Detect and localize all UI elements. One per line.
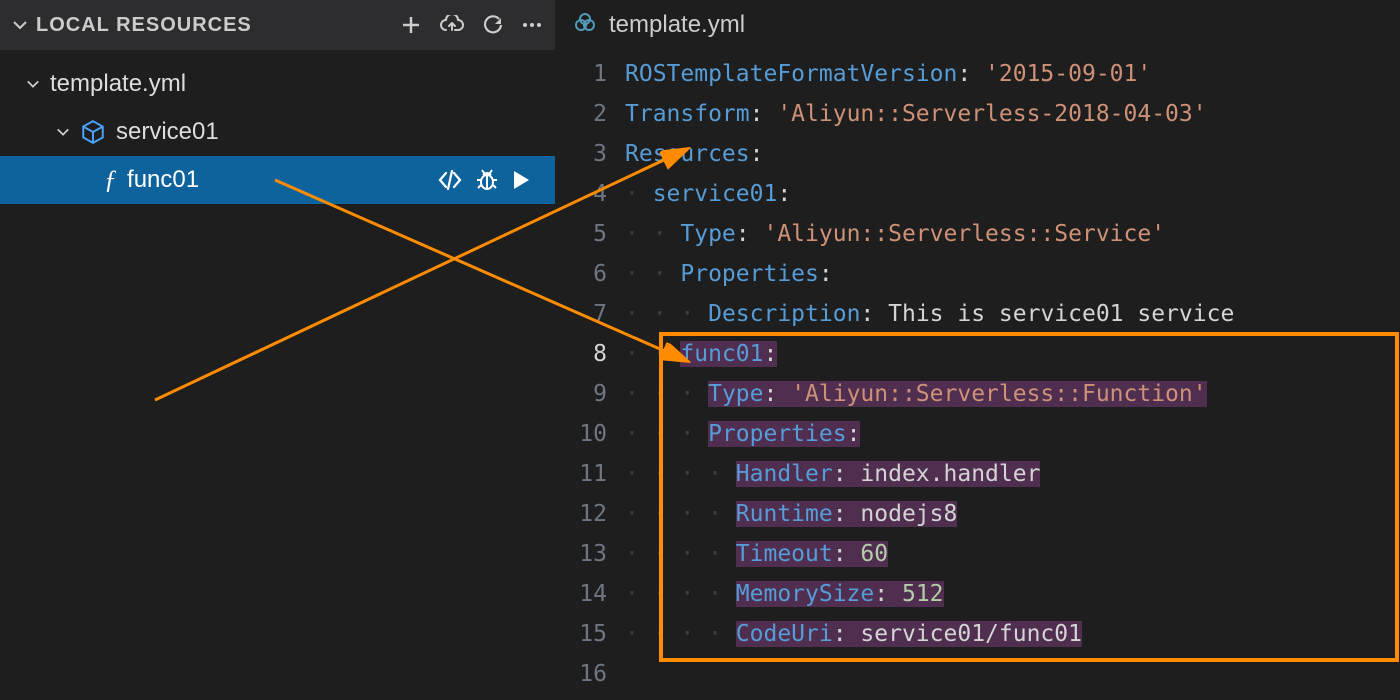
code-line[interactable]: · · · · Timeout: 60 bbox=[625, 534, 1400, 574]
line-number: 11 bbox=[555, 454, 607, 494]
play-icon[interactable] bbox=[511, 169, 531, 191]
line-number: 16 bbox=[555, 654, 607, 694]
code-content[interactable]: ROSTemplateFormatVersion: '2015-09-01'Tr… bbox=[625, 54, 1400, 700]
line-number: 4 bbox=[555, 174, 607, 214]
function-icon: ƒ bbox=[104, 165, 117, 195]
code-line[interactable]: · · · · CodeUri: service01/func01 bbox=[625, 614, 1400, 654]
code-line[interactable]: ROSTemplateFormatVersion: '2015-09-01' bbox=[625, 54, 1400, 94]
code-line[interactable]: · · Properties: bbox=[625, 254, 1400, 294]
code-line[interactable]: · · · Properties: bbox=[625, 414, 1400, 454]
code-line[interactable]: Transform: 'Aliyun::Serverless-2018-04-0… bbox=[625, 94, 1400, 134]
line-number: 2 bbox=[555, 94, 607, 134]
code-line[interactable]: · · · Type: 'Aliyun::Serverless::Functio… bbox=[625, 374, 1400, 414]
plus-icon[interactable] bbox=[401, 15, 421, 35]
tree-item-template[interactable]: template.yml bbox=[0, 60, 555, 108]
code-line[interactable]: · service01: bbox=[625, 174, 1400, 214]
code-area[interactable]: 12345678910111213141516 ROSTemplateForma… bbox=[555, 50, 1400, 700]
tree-item-actions bbox=[437, 168, 555, 192]
refresh-icon[interactable] bbox=[483, 15, 503, 35]
sidebar-title: LOCAL RESOURCES bbox=[36, 14, 401, 37]
code-line[interactable] bbox=[625, 654, 1400, 694]
editor-tab[interactable]: template.yml bbox=[555, 0, 1400, 50]
line-number: 13 bbox=[555, 534, 607, 574]
tree-item-label: service01 bbox=[116, 118, 555, 146]
code-line[interactable]: · · · · Handler: index.handler bbox=[625, 454, 1400, 494]
resource-tree: template.yml service01 ▾ ƒ func01 bbox=[0, 50, 555, 700]
chevron-down-icon[interactable] bbox=[56, 125, 70, 139]
line-number: 3 bbox=[555, 134, 607, 174]
more-icon[interactable] bbox=[521, 15, 543, 35]
code-line[interactable]: Resources: bbox=[625, 134, 1400, 174]
sidebar: LOCAL RESOURCES template.yml bbox=[0, 0, 555, 700]
code-line[interactable]: · · Type: 'Aliyun::Serverless::Service' bbox=[625, 214, 1400, 254]
line-number: 15 bbox=[555, 614, 607, 654]
line-number: 9 bbox=[555, 374, 607, 414]
code-line[interactable]: · · · Description: This is service01 ser… bbox=[625, 294, 1400, 334]
line-number: 12 bbox=[555, 494, 607, 534]
code-icon[interactable] bbox=[437, 169, 463, 191]
code-line[interactable]: · · · · MemorySize: 512 bbox=[625, 574, 1400, 614]
line-number: 6 bbox=[555, 254, 607, 294]
sidebar-actions bbox=[401, 15, 543, 35]
sidebar-header: LOCAL RESOURCES bbox=[0, 0, 555, 50]
chevron-down-icon[interactable] bbox=[26, 77, 40, 91]
code-line[interactable]: · · func01: bbox=[625, 334, 1400, 374]
code-line[interactable]: · · · · Runtime: nodejs8 bbox=[625, 494, 1400, 534]
line-number: 1 bbox=[555, 54, 607, 94]
tree-item-label: func01 bbox=[127, 166, 437, 194]
line-number: 10 bbox=[555, 414, 607, 454]
yaml-file-icon bbox=[573, 13, 597, 37]
tab-filename: template.yml bbox=[609, 11, 745, 39]
line-number: 5 bbox=[555, 214, 607, 254]
tree-item-service[interactable]: service01 bbox=[0, 108, 555, 156]
cloud-upload-icon[interactable] bbox=[439, 15, 465, 35]
debug-icon[interactable] bbox=[475, 168, 499, 192]
line-number: 8 bbox=[555, 334, 607, 374]
line-number: 14 bbox=[555, 574, 607, 614]
tree-item-label: template.yml bbox=[50, 70, 555, 98]
editor: template.yml 12345678910111213141516 ROS… bbox=[555, 0, 1400, 700]
line-gutter: 12345678910111213141516 bbox=[555, 54, 625, 700]
cube-icon bbox=[80, 119, 106, 145]
tree-item-function[interactable]: ▾ ƒ func01 bbox=[0, 156, 555, 204]
line-number: 7 bbox=[555, 294, 607, 334]
chevron-down-icon[interactable] bbox=[12, 17, 28, 33]
